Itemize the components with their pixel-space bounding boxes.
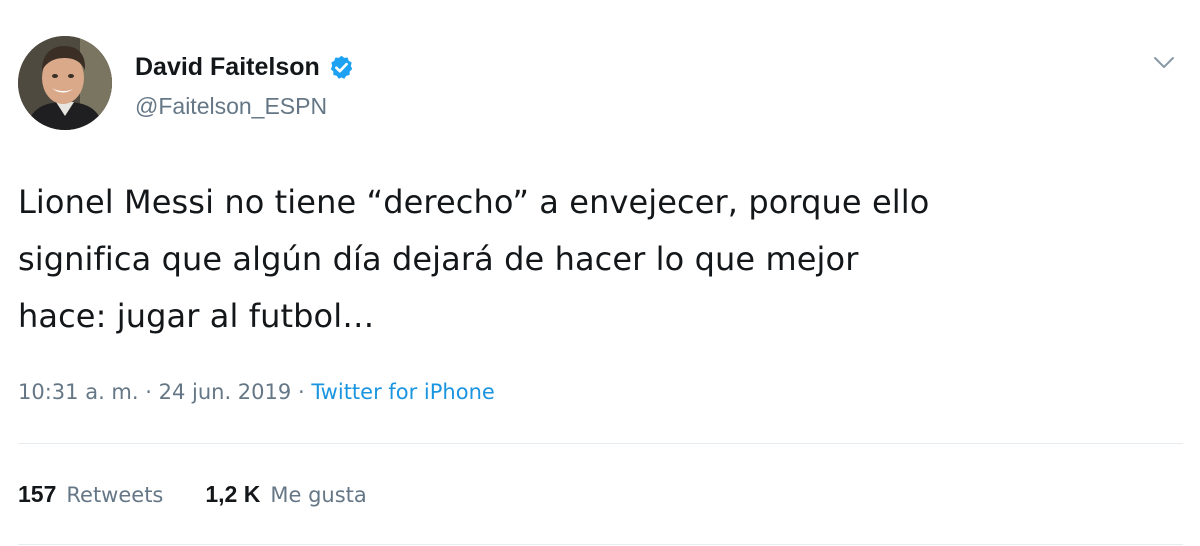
tweet-metadata: 10:31 a. m. · 24 jun. 2019 · Twitter for… bbox=[18, 380, 495, 404]
chevron-down-icon bbox=[1154, 57, 1174, 68]
avatar[interactable] bbox=[18, 36, 112, 130]
likes-stat[interactable]: 1,2 K Me gusta bbox=[205, 481, 366, 508]
retweets-stat[interactable]: 157 Retweets bbox=[18, 481, 163, 508]
likes-count: 1,2 K bbox=[205, 481, 261, 507]
divider bbox=[18, 443, 1183, 444]
tweet-card: David Faitelson @Faitelson_ESPN Lionel M… bbox=[0, 0, 1200, 546]
tweet-date[interactable]: 24 jun. 2019 bbox=[159, 380, 292, 404]
retweets-label: Retweets bbox=[66, 483, 164, 507]
verified-badge-icon bbox=[330, 55, 352, 79]
meta-separator: · bbox=[297, 380, 305, 404]
tweet-time[interactable]: 10:31 a. m. bbox=[18, 380, 139, 404]
display-name[interactable]: David Faitelson bbox=[135, 53, 320, 82]
likes-label: Me gusta bbox=[270, 483, 367, 507]
author-handle[interactable]: @Faitelson_ESPN bbox=[135, 93, 327, 120]
avatar-photo-icon bbox=[18, 36, 112, 130]
meta-separator: · bbox=[145, 380, 152, 404]
divider bbox=[18, 544, 1183, 545]
tweet-menu-button[interactable] bbox=[1151, 52, 1177, 74]
tweet-source-link[interactable]: Twitter for iPhone bbox=[311, 380, 495, 404]
tweet-text: Lionel Messi no tiene “derecho” a enveje… bbox=[18, 183, 930, 335]
retweets-count: 157 bbox=[18, 481, 57, 507]
tweet-stats: 157 Retweets 1,2 K Me gusta bbox=[18, 481, 409, 508]
author-name-row: David Faitelson bbox=[135, 53, 355, 82]
